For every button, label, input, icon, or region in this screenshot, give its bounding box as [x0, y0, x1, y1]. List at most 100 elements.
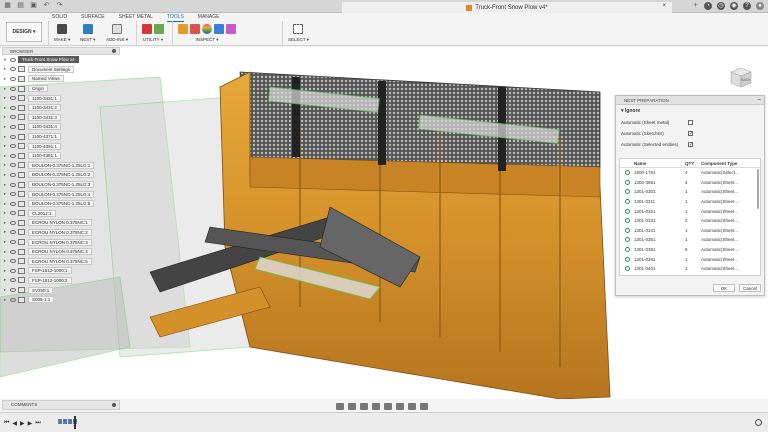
step-forward-icon[interactable]: ▶ [28, 420, 33, 427]
visibility-icon[interactable] [10, 144, 16, 149]
row-type[interactable]: Automatic(Select... [701, 170, 757, 175]
option-sheet-metal[interactable]: Automatic (Sheet metal) [616, 117, 764, 128]
timeline-marker[interactable] [74, 416, 76, 429]
expand-icon[interactable]: ▸ [2, 210, 8, 216]
go-to-start-icon[interactable]: ⏮ [4, 420, 9, 427]
tree-item[interactable]: ▸ Document Settings [2, 65, 120, 75]
expand-icon[interactable]: ▸ [2, 153, 8, 159]
tree-item[interactable]: ▸ ECROU NYLON 0.375NC:2 [2, 228, 120, 238]
minimize-icon[interactable]: – [758, 97, 761, 103]
expand-icon[interactable]: ▸ [2, 86, 8, 92]
tree-item[interactable]: ▸ Named Views [2, 74, 120, 84]
expand-icon[interactable]: ▸ [2, 95, 8, 101]
tree-item[interactable]: ▸ BOULON-0.375NC-1.25LG:1 [2, 161, 120, 171]
tree-item[interactable]: ▸ 1100-4381:1 [2, 151, 120, 161]
visibility-icon[interactable] [10, 240, 16, 245]
job-status-icon[interactable]: ◷ [717, 2, 725, 10]
visibility-icon[interactable] [10, 67, 16, 72]
nest-icon[interactable] [82, 23, 93, 34]
visibility-icon[interactable] [10, 182, 16, 187]
zoom-icon[interactable] [372, 402, 380, 410]
visibility-icon[interactable] [10, 172, 16, 177]
document-tab[interactable]: Truck-Front Snow Plow v4* × [342, 2, 672, 13]
visibility-icon[interactable] [10, 134, 16, 139]
go-to-end-icon[interactable]: ⏭ [35, 420, 40, 427]
display-settings-icon[interactable] [396, 402, 404, 410]
scripts-icon[interactable] [112, 23, 122, 34]
expand-icon[interactable]: ▸ [2, 277, 8, 283]
expand-icon[interactable]: ▸ [2, 134, 8, 140]
tree-item[interactable]: ▸ 1100-3431:1 [2, 93, 120, 103]
measure-icon[interactable] [178, 23, 188, 34]
timeline-feature[interactable] [58, 419, 62, 424]
selected-entities-checkbox[interactable]: ✓ [688, 142, 693, 148]
visibility-icon[interactable] [10, 192, 16, 197]
nest-panel-header[interactable]: NEST PREPARATION – [616, 96, 764, 105]
nest-group[interactable]: NEST ▾ [80, 22, 95, 43]
visibility-icon[interactable] [10, 201, 16, 206]
expand-icon[interactable]: ▸ [2, 268, 8, 274]
tree-item[interactable]: ▸ BOULON-0.375NC-1.25LG:3 [2, 180, 120, 190]
table-scrollbar[interactable] [757, 169, 759, 209]
visibility-icon[interactable] [10, 288, 16, 293]
tree-item[interactable]: ▸ FSP-1512-1000:1 [2, 266, 120, 276]
sheet-metal-checkbox[interactable] [688, 120, 693, 125]
add-tab-icon[interactable]: + [692, 2, 699, 9]
tree-item[interactable]: ▸ BOULON-0.375NC-1.25LG:4 [2, 189, 120, 199]
row-type[interactable]: Automatic(Sheet... [701, 266, 757, 271]
row-type[interactable]: Automatic(Sheet... [701, 228, 757, 233]
expand-icon[interactable]: ▸ [2, 258, 8, 264]
table-row[interactable]: 1301-0381 6 Automatic(Sheet... [620, 245, 760, 255]
visibility-icon[interactable] [10, 278, 16, 283]
comments-options-icon[interactable] [112, 403, 116, 407]
make-group[interactable]: MAKE ▾ [54, 22, 70, 43]
utility-group[interactable]: UTILITY ▾ [142, 22, 164, 43]
ok-button[interactable]: OK [713, 284, 735, 292]
panel-options-icon[interactable] [112, 49, 116, 53]
tab-surface[interactable]: SURFACE [81, 14, 105, 22]
option-selected-entities[interactable]: Automatic (Selected entities) ✓ [616, 139, 764, 150]
tree-item[interactable]: ▸ ECROU NYLON 0.375NC:3 [2, 237, 120, 247]
visibility-icon[interactable] [10, 115, 16, 120]
row-type[interactable]: Automatic(Sheet... [701, 247, 757, 252]
visibility-icon[interactable] [10, 163, 16, 168]
table-row[interactable]: 1301-0391 1 Automatic(Sheet... [620, 254, 760, 264]
fit-icon[interactable] [384, 402, 392, 410]
row-type[interactable]: Automatic(Sheet... [701, 199, 757, 204]
expand-icon[interactable]: ▸ [2, 239, 8, 245]
column-component-type[interactable]: Component Type [701, 161, 757, 166]
addins-group[interactable]: ADD-INS ▾ [106, 22, 128, 43]
grid-icon[interactable]: ▦ [4, 2, 11, 9]
table-row[interactable]: 1301-0331 2 Automatic(Sheet... [620, 216, 760, 226]
table-row[interactable]: 1301-0401 1 Automatic(Sheet... [620, 264, 760, 274]
comments-panel[interactable]: COMMENTS [2, 400, 120, 410]
visibility-icon[interactable] [10, 96, 16, 101]
option-sketches[interactable]: Automatic (Sketches) ✓ [616, 128, 764, 139]
visibility-icon[interactable] [10, 153, 16, 158]
tree-item[interactable]: ▸ SV250:1 [2, 285, 120, 295]
tree-item[interactable]: ▸ 1100-3431:3 [2, 113, 120, 123]
column-qty[interactable]: QTY [681, 161, 701, 166]
redo-icon[interactable]: ↷ [56, 2, 63, 9]
help-icon[interactable]: ? [743, 2, 751, 10]
tab-solid[interactable]: SOLID [52, 14, 67, 22]
curvature-icon[interactable] [202, 23, 212, 34]
visibility-icon[interactable] [10, 268, 16, 273]
tree-item[interactable]: ▸ ECROU NYLON 0.375NC:1 [2, 218, 120, 228]
3d-print-icon[interactable] [57, 23, 68, 34]
visibility-icon[interactable] [10, 124, 16, 129]
tree-item[interactable]: ▸ FSP-1512-1000:2 [2, 276, 120, 286]
visibility-icon[interactable] [10, 86, 16, 91]
notifications-icon[interactable]: ◉ [730, 2, 738, 10]
row-type[interactable]: Automatic(Sheet... [701, 180, 757, 185]
browser-header[interactable]: BROWSER [2, 47, 120, 55]
tree-item[interactable]: ▸ ECROU NYLON 0.375NC:5 [2, 256, 120, 266]
orbit-icon[interactable] [336, 402, 344, 410]
tree-item[interactable]: ▸ 1100-4391:1 [2, 141, 120, 151]
timeline-feature[interactable] [63, 419, 67, 424]
play-icon[interactable]: ▶ [20, 420, 25, 427]
avatar[interactable]: ● [756, 2, 764, 10]
expand-icon[interactable]: ▸ [2, 182, 8, 188]
zebra-analysis-icon[interactable] [226, 23, 236, 34]
select-icon[interactable] [293, 23, 304, 34]
